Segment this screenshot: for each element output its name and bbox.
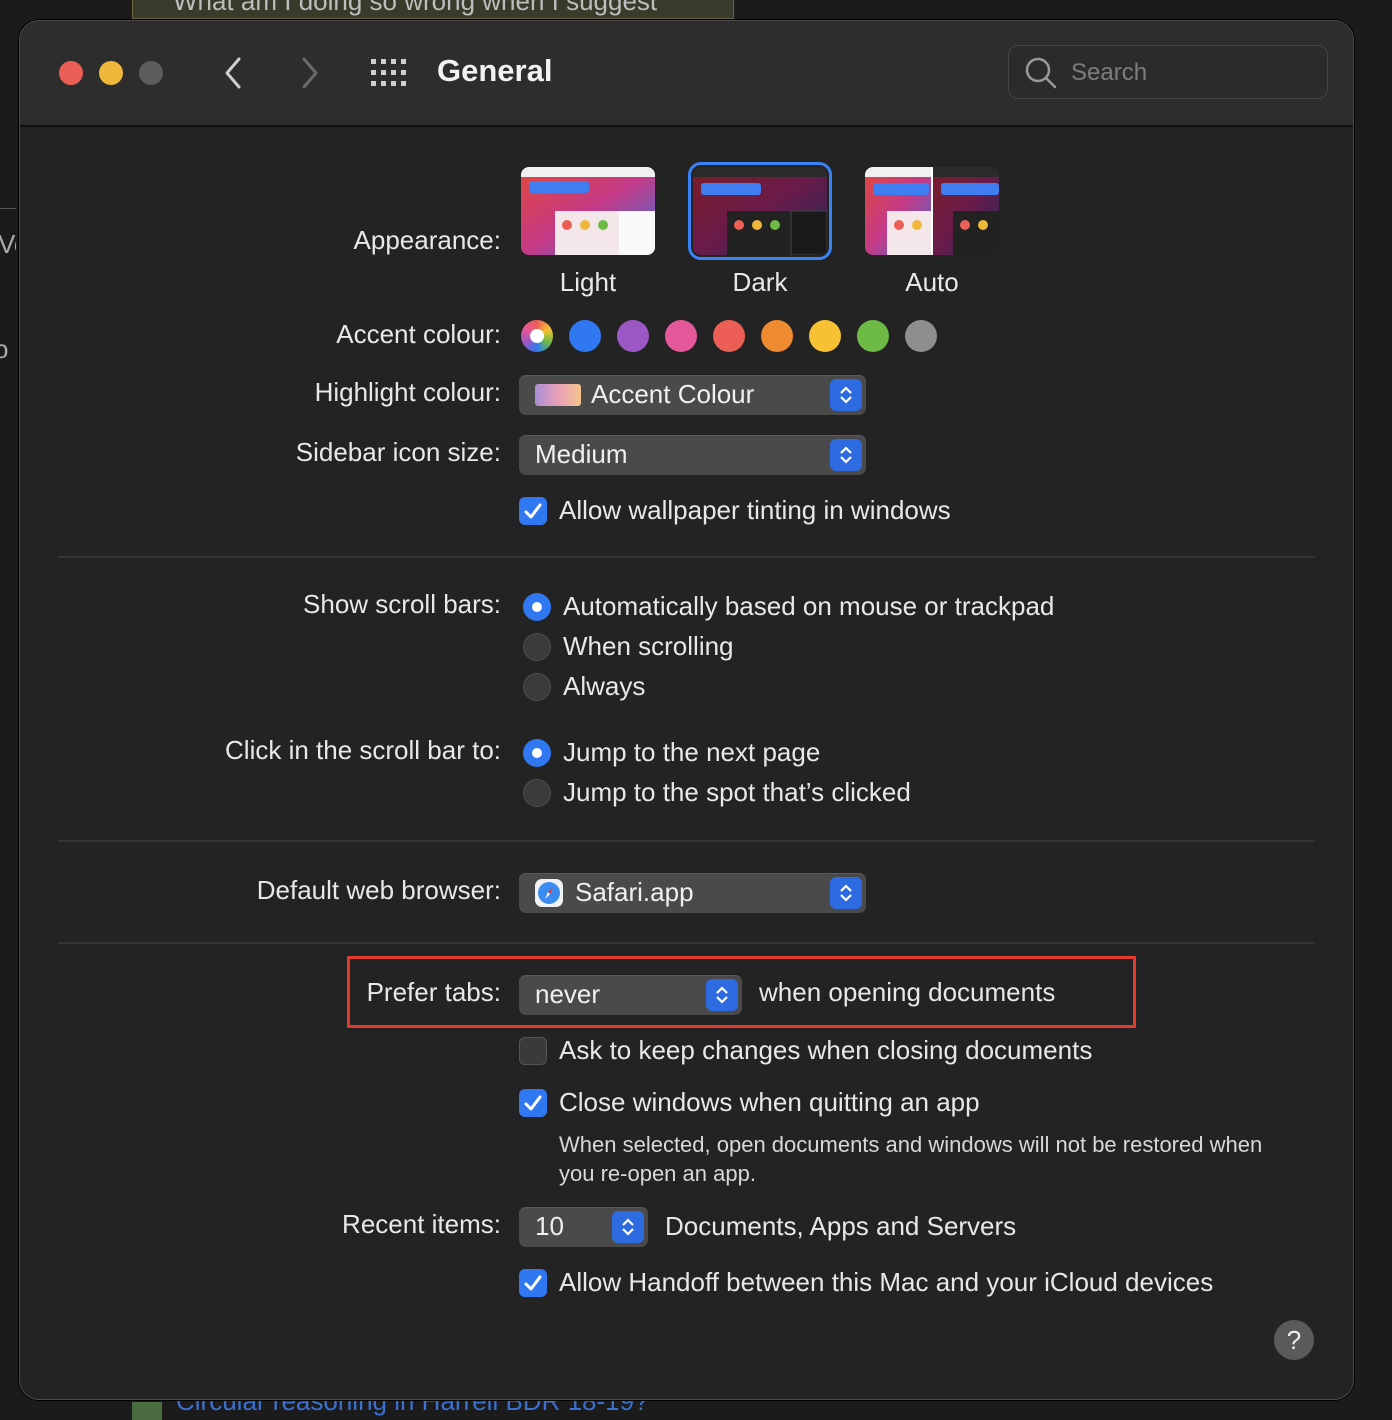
click-scroll-bar-label: Click in the scroll bar to: [225, 735, 501, 765]
close-windows-note: When selected, open documents and window… [559, 1132, 1263, 1186]
default-browser-popup[interactable]: Safari.app [519, 873, 866, 913]
prefer-tabs-popup[interactable]: never [519, 975, 742, 1015]
prefer-tabs-label: Prefer tabs: [366, 977, 501, 1007]
accent-swatch-yellow[interactable] [809, 320, 841, 352]
click-spot-radio[interactable] [523, 779, 551, 807]
appearance-light-thumbnail[interactable] [521, 167, 655, 255]
scroll-bars-when-scrolling-label: When scrolling [563, 631, 734, 661]
appearance-dark-thumbnail[interactable] [688, 162, 832, 260]
scroll-bars-automatic-label: Automatically based on mouse or trackpad [563, 591, 1055, 621]
accent-swatch-purple[interactable] [617, 320, 649, 352]
default-browser-label: Default web browser: [256, 875, 501, 905]
updown-chevron-icon [830, 439, 862, 471]
recent-items-value: 10 [535, 1211, 564, 1241]
chevron-right-icon [302, 57, 318, 89]
chevron-left-icon [225, 57, 241, 89]
zoom-window-button[interactable] [139, 61, 163, 85]
background-window-title: What am I doing so wrong when I suggest [132, 0, 734, 19]
ask-keep-changes-checkbox[interactable] [519, 1037, 547, 1065]
wallpaper-tinting-checkbox[interactable] [519, 497, 547, 525]
updown-chevron-icon [612, 1211, 644, 1243]
handoff-label: Allow Handoff between this Mac and your … [559, 1267, 1214, 1297]
checkmark-icon [524, 1275, 542, 1291]
scroll-bars-automatic-radio[interactable] [523, 593, 551, 621]
recent-items-label: Recent items: [342, 1209, 501, 1239]
divider [58, 556, 1315, 558]
click-spot-label: Jump to the spot that’s clicked [563, 777, 911, 807]
sidebar-icon-size-value: Medium [535, 439, 628, 469]
checkmark-icon [524, 1095, 542, 1111]
appearance-auto-thumbnail[interactable] [865, 167, 999, 255]
accent-swatch-pink[interactable] [665, 320, 697, 352]
preferences-window: General Appearance: [19, 20, 1354, 1400]
close-windows-checkbox[interactable] [519, 1089, 547, 1117]
show-scroll-bars-label: Show scroll bars: [303, 589, 501, 619]
background-fragment: o [0, 334, 9, 364]
sidebar-icon-size-label: Sidebar icon size: [295, 437, 501, 467]
appearance-dark-label: Dark [732, 267, 788, 297]
accent-swatch-blue[interactable] [569, 320, 601, 352]
prefer-tabs-suffix: when opening documents [759, 977, 1056, 1007]
prefer-tabs-value: never [535, 979, 601, 1009]
updown-chevron-icon [830, 877, 862, 909]
appearance-label: Appearance: [353, 225, 501, 255]
accent-swatch-orange[interactable] [761, 320, 793, 352]
highlight-colour-popup[interactable]: Accent Colour [519, 375, 866, 415]
appearance-auto-label: Auto [905, 267, 959, 297]
recent-items-popup[interactable]: 10 [519, 1207, 648, 1247]
close-window-button[interactable] [59, 61, 83, 85]
show-all-grid-icon[interactable] [371, 59, 407, 87]
titlebar: General [20, 21, 1353, 127]
divider [58, 840, 1315, 842]
click-next-page-radio[interactable] [523, 739, 551, 767]
search-input[interactable] [1069, 54, 1313, 92]
divider [58, 942, 1315, 944]
handoff-checkbox[interactable] [519, 1269, 547, 1297]
background-fragment: Vo [0, 208, 16, 281]
updown-chevron-icon [830, 379, 862, 411]
help-button[interactable]: ? [1274, 1320, 1314, 1360]
default-browser-value: Safari.app [575, 877, 694, 907]
click-next-page-label: Jump to the next page [563, 737, 821, 767]
scroll-bars-when-scrolling-radio[interactable] [523, 633, 551, 661]
background-icon [132, 1402, 162, 1420]
search-icon [1025, 57, 1057, 89]
sidebar-icon-size-popup[interactable]: Medium [519, 435, 866, 475]
back-button[interactable] [215, 51, 255, 95]
ask-keep-changes-label: Ask to keep changes when closing documen… [559, 1035, 1093, 1065]
highlight-colour-label: Highlight colour: [314, 377, 501, 407]
checkmark-icon [524, 503, 542, 519]
appearance-light-label: Light [559, 267, 617, 297]
window-title: General [437, 53, 553, 88]
accent-swatch-graphite[interactable] [905, 320, 937, 352]
accent-colour-label: Accent colour: [336, 319, 501, 349]
search-field[interactable] [1008, 45, 1328, 99]
accent-swatch-multicolor[interactable] [521, 320, 553, 352]
safari-icon [535, 879, 563, 907]
highlight-colour-value: Accent Colour [591, 379, 755, 409]
minimize-window-button[interactable] [99, 61, 123, 85]
wallpaper-tinting-label: Allow wallpaper tinting in windows [559, 495, 951, 525]
updown-chevron-icon [706, 979, 738, 1011]
forward-button[interactable] [290, 51, 330, 95]
accent-swatch-green[interactable] [857, 320, 889, 352]
accent-swatch-red[interactable] [713, 320, 745, 352]
close-windows-label: Close windows when quitting an app [559, 1087, 980, 1117]
scroll-bars-always-radio[interactable] [523, 673, 551, 701]
highlight-colour-swatch [535, 384, 581, 406]
recent-items-suffix: Documents, Apps and Servers [665, 1211, 1017, 1241]
scroll-bars-always-label: Always [563, 671, 646, 701]
